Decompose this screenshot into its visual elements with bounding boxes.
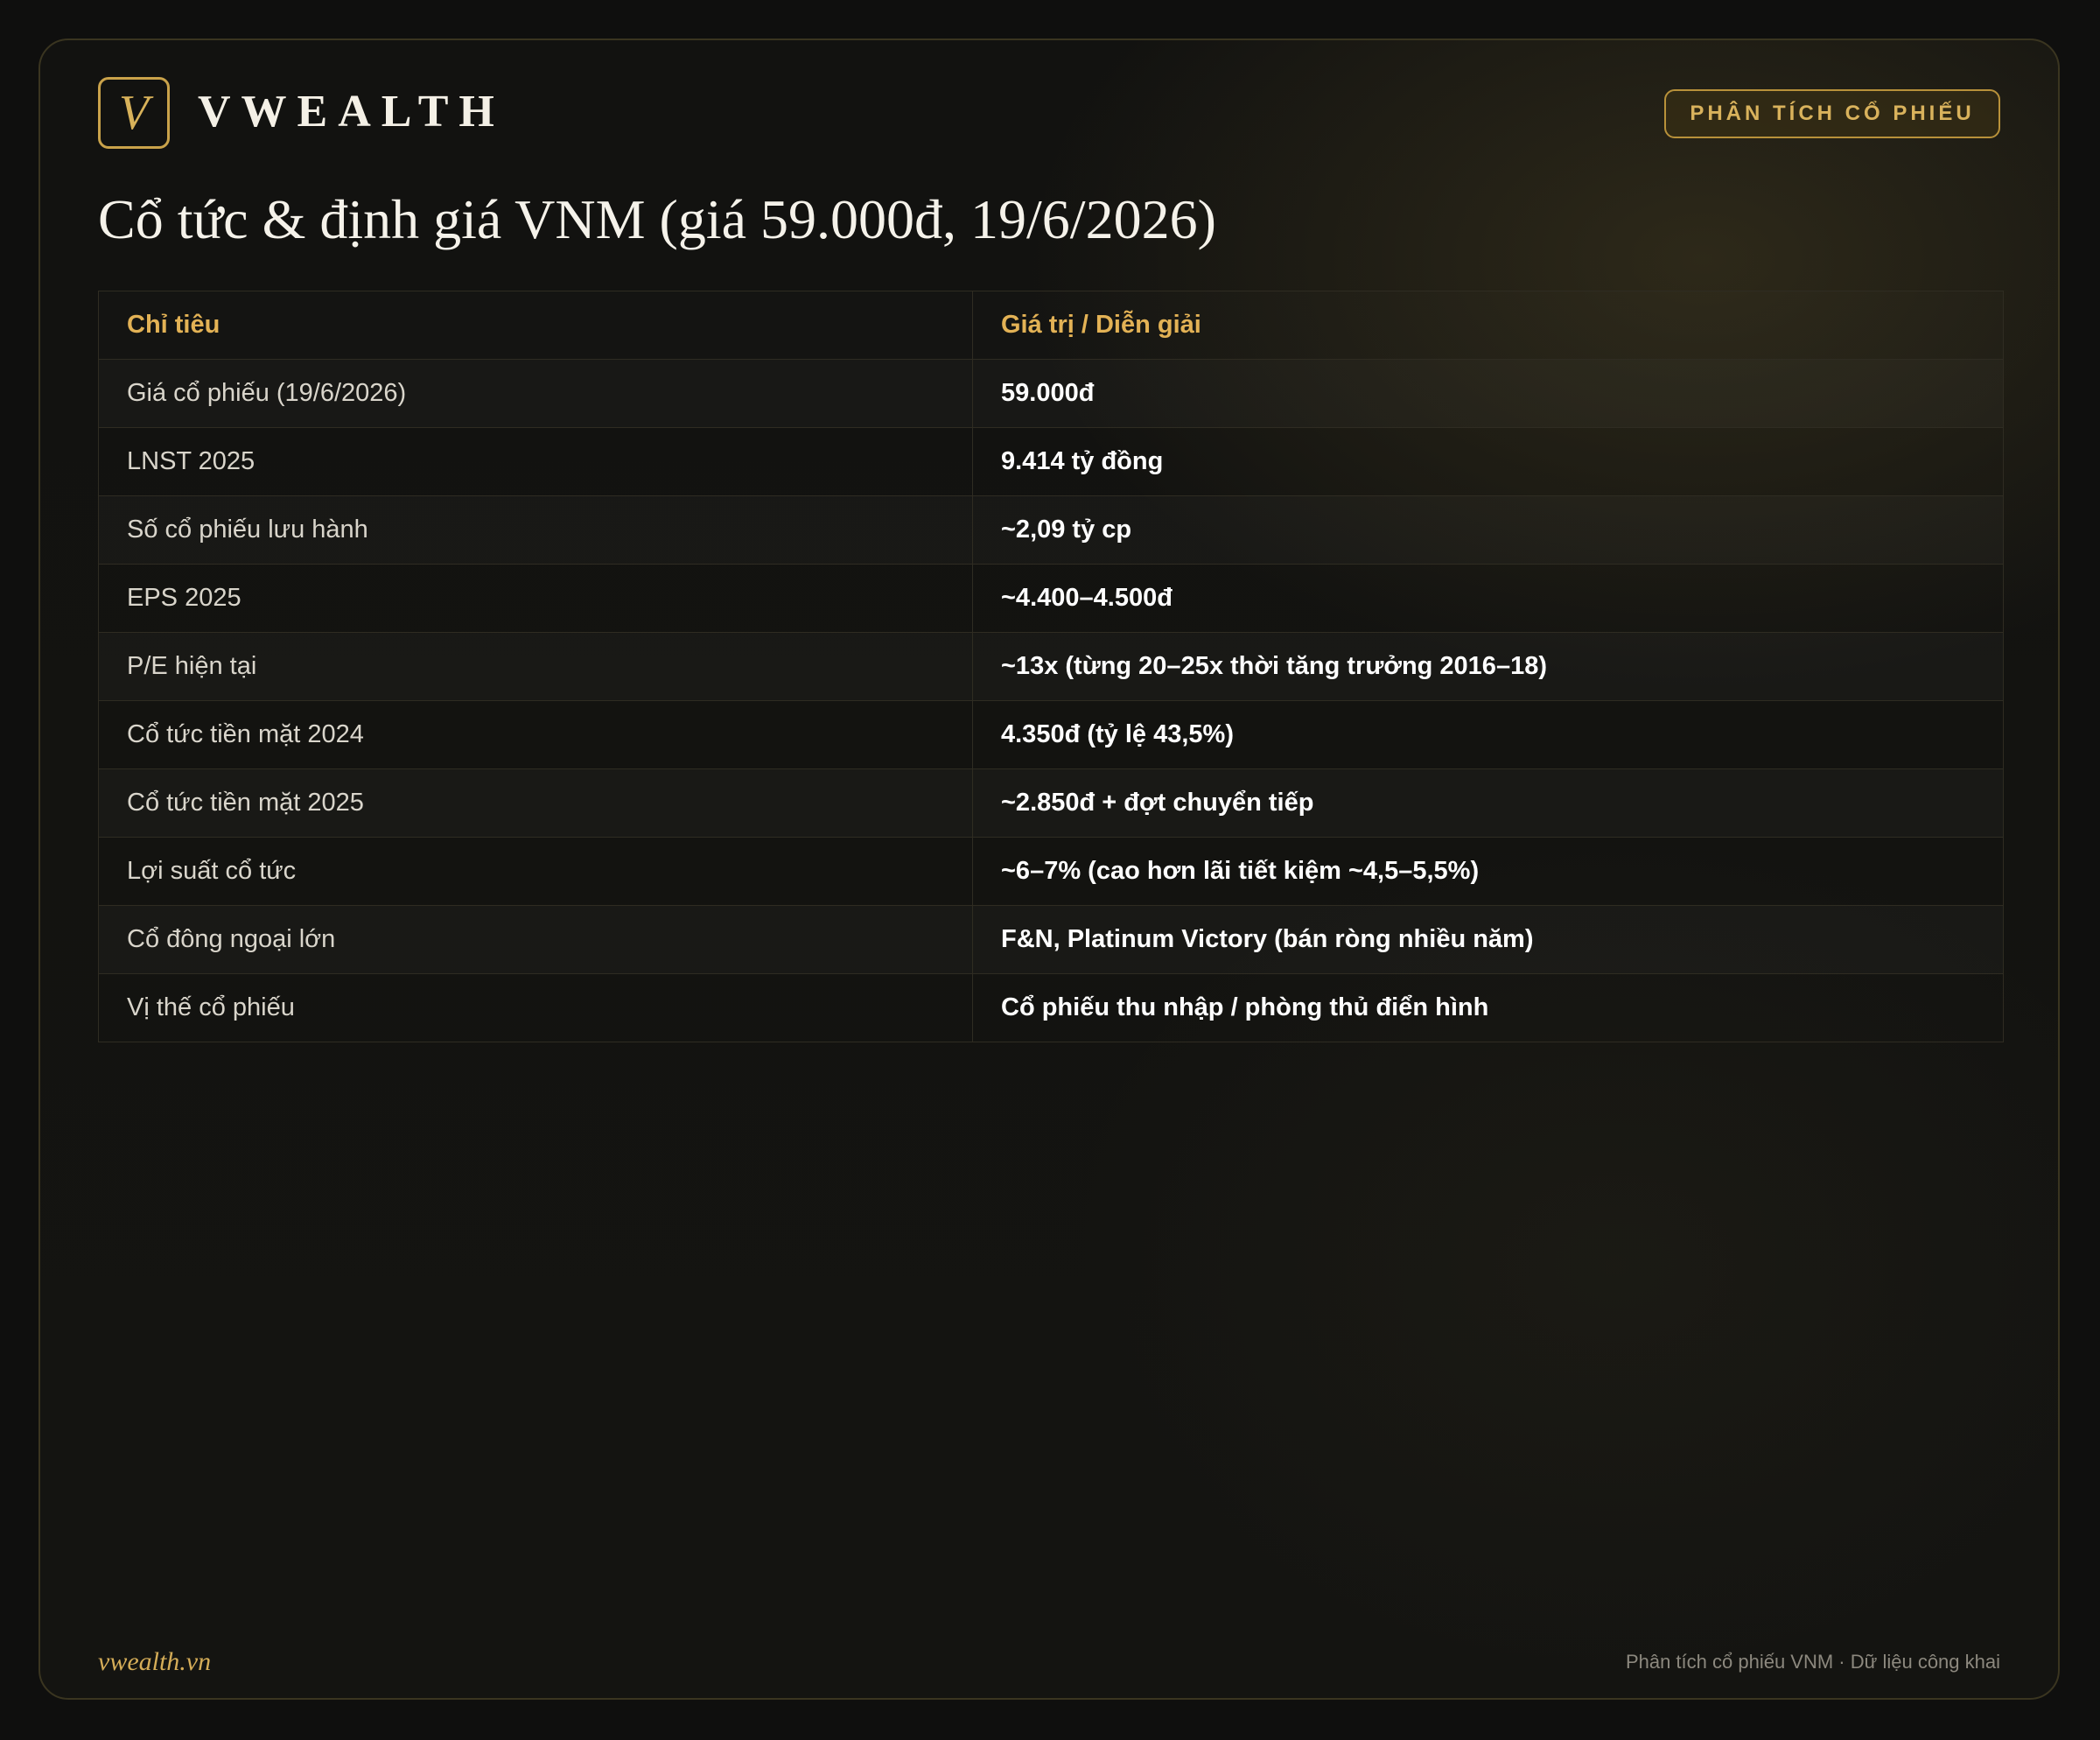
table-row: Giá cổ phiếu (19/6/2026) 59.000đ [98,359,2004,428]
table-row: Số cổ phiếu lưu hành ~2,09 tỷ cp [98,495,2004,565]
row-value: ~13x (từng 20–25x thời tăng trưởng 2016–… [972,632,2004,701]
table-row: Cổ tức tiền mặt 2024 4.350đ (tỷ lệ 43,5%… [98,700,2004,769]
table-row: Lợi suất cổ tức ~6–7% (cao hơn lãi tiết … [98,837,2004,906]
column-header-metric: Chỉ tiêu [98,291,973,360]
report-card: V VWEALTH PHÂN TÍCH CỔ PHIẾU Cổ tức & đị… [38,39,2060,1700]
row-label: EPS 2025 [98,564,973,633]
category-badge: PHÂN TÍCH CỔ PHIẾU [1664,89,2000,138]
brand-name: VWEALTH [198,87,505,137]
header: V VWEALTH PHÂN TÍCH CỔ PHIẾU [98,77,2000,156]
row-label: Cổ đông ngoại lớn [98,905,973,974]
valuation-table: Chỉ tiêu Giá trị / Diễn giải Giá cổ phiế… [98,291,2004,1042]
table-row: Cổ tức tiền mặt 2025 ~2.850đ + đợt chuyể… [98,768,2004,838]
row-label: Cổ tức tiền mặt 2024 [98,700,973,769]
row-label: Vị thế cổ phiếu [98,973,973,1042]
row-label: Lợi suất cổ tức [98,837,973,906]
row-label: Giá cổ phiếu (19/6/2026) [98,359,973,428]
logo-mark: V [98,77,170,149]
table-row: P/E hiện tại ~13x (từng 20–25x thời tăng… [98,632,2004,701]
footer-site-link[interactable]: vwealth.vn [98,1647,211,1677]
row-value: ~4.400–4.500đ [972,564,2004,633]
row-label: P/E hiện tại [98,632,973,701]
row-value: ~2.850đ + đợt chuyển tiếp [972,768,2004,838]
footer-note: Phân tích cổ phiếu VNM · Dữ liệu công kh… [1625,1651,2000,1673]
row-value: 9.414 tỷ đồng [972,427,2004,496]
row-value: F&N, Platinum Victory (bán ròng nhiều nă… [972,905,2004,974]
table-row: Vị thế cổ phiếu Cổ phiếu thu nhập / phòn… [98,973,2004,1042]
row-value: ~6–7% (cao hơn lãi tiết kiệm ~4,5–5,5%) [972,837,2004,906]
row-label: LNST 2025 [98,427,973,496]
column-header-value: Giá trị / Diễn giải [972,291,2004,360]
row-value: Cổ phiếu thu nhập / phòng thủ điển hình [972,973,2004,1042]
row-value: ~2,09 tỷ cp [972,495,2004,565]
row-label: Số cổ phiếu lưu hành [98,495,973,565]
table-row: EPS 2025 ~4.400–4.500đ [98,564,2004,633]
table-row: LNST 2025 9.414 tỷ đồng [98,427,2004,496]
row-value: 4.350đ (tỷ lệ 43,5%) [972,700,2004,769]
row-value: 59.000đ [972,359,2004,428]
page-title: Cổ tức & định giá VNM (giá 59.000đ, 19/6… [98,188,1216,250]
table-row: Cổ đông ngoại lớn F&N, Platinum Victory … [98,905,2004,974]
row-label: Cổ tức tiền mặt 2025 [98,768,973,838]
table-header-row: Chỉ tiêu Giá trị / Diễn giải [98,291,2004,360]
